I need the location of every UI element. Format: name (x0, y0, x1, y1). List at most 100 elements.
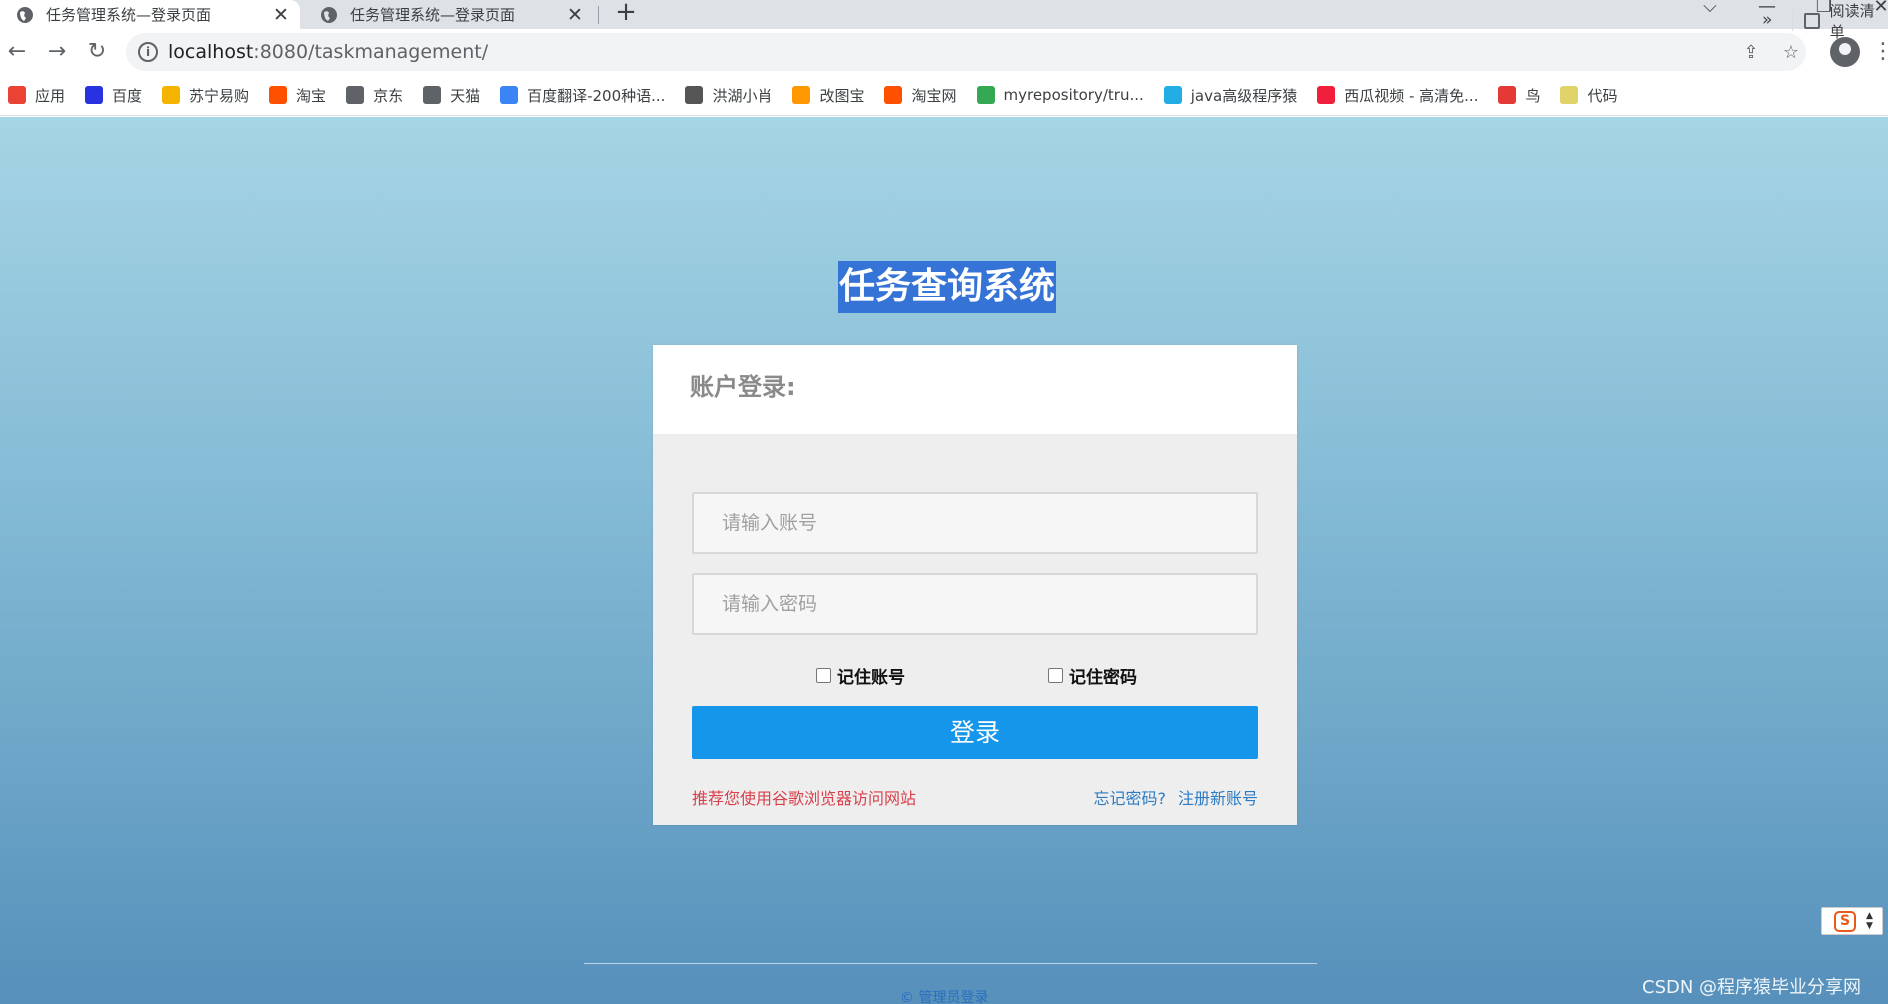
reading-list-icon (1804, 12, 1820, 29)
url-text[interactable]: localhost:8080/taskmanagement/ (168, 33, 488, 71)
bookmark-item[interactable]: 洪湖小肖 (685, 85, 772, 106)
site-info-icon[interactable]: i (138, 42, 158, 62)
bookmark-label: 淘宝网 (911, 86, 957, 105)
bookmark-item[interactable]: 应用 (8, 85, 65, 106)
profile-avatar-icon[interactable] (1830, 37, 1860, 67)
login-button[interactable]: 登录 (692, 706, 1258, 759)
account-links: 忘记密码? 注册新账号 (1093, 785, 1258, 809)
bookmark-label: 鸟 (1525, 86, 1541, 105)
code-icon (1560, 86, 1579, 104)
forward-icon[interactable]: → (42, 37, 72, 67)
bookmark-label: 改图宝 (819, 86, 865, 105)
back-icon[interactable]: ← (2, 37, 32, 67)
globe-icon (346, 86, 365, 104)
register-link[interactable]: 注册新账号 (1178, 789, 1258, 808)
bookmark-item[interactable]: 西瓜视频 - 高清免... (1317, 85, 1478, 106)
baidu-paw-icon (85, 86, 104, 104)
bookmark-label: 苏宁易购 (189, 86, 250, 105)
bookmark-label: 西瓜视频 - 高清免... (1344, 86, 1479, 105)
bookmark-label: 百度翻译-200种语... (527, 86, 666, 105)
tab-close-icon[interactable]: ✕ (268, 4, 294, 26)
tab-search-icon[interactable]: ⌵ (1690, 0, 1730, 29)
bookmark-item[interactable]: java高级程序猿 (1163, 85, 1298, 106)
tab-inactive[interactable]: 任务管理系统—登录页面 ✕ (304, 0, 594, 29)
bookmark-item[interactable]: 淘宝 (269, 85, 326, 106)
footer-admin-login-link[interactable]: © 管理员登录 (900, 987, 988, 1004)
forgot-password-link[interactable]: 忘记密码? (1093, 789, 1166, 808)
bookmark-item[interactable]: 淘宝网 (884, 85, 957, 106)
xigua-icon (1317, 86, 1336, 104)
tab-strip: 任务管理系统—登录页面 ✕ 任务管理系统—登录页面 ✕ + ⌵ — ❐ ✕ (0, 0, 1888, 29)
remember-account-checkbox[interactable]: 记住账号 (816, 663, 905, 688)
bookmarks-separator (1792, 11, 1793, 31)
taobao-icon (269, 86, 288, 104)
browser-recommendation-text: 推荐您使用谷歌浏览器访问网站 (692, 789, 917, 808)
bookmark-item[interactable]: 鸟 (1498, 85, 1540, 106)
bookmark-label: 天猫 (450, 86, 481, 105)
bookmark-item[interactable]: 天猫 (423, 85, 480, 106)
bookmark-item[interactable]: 改图宝 (792, 85, 864, 106)
url-path: :8080/taskmanagement/ (253, 41, 489, 63)
globe-icon (321, 6, 337, 23)
browser-toolbar: ← → ↻ i localhost:8080/taskmanagement/ ⇪… (0, 29, 1888, 75)
password-input[interactable] (694, 575, 1256, 633)
bookmark-label: java高级程序猿 (1190, 86, 1298, 105)
tab-separator (598, 6, 599, 24)
gaitubao-icon (792, 86, 811, 104)
tab-active[interactable]: 任务管理系统—登录页面 ✕ (0, 0, 300, 29)
globe-icon (423, 86, 442, 104)
bookmark-label: 代码 (1587, 86, 1618, 105)
bookmarks-overflow-icon[interactable]: » (1762, 0, 1772, 41)
bookmark-star-icon[interactable]: ☆ (1780, 42, 1802, 64)
bookmark-item[interactable]: 百度翻译-200种语... (500, 85, 665, 106)
username-input[interactable] (694, 494, 1256, 552)
share-icon[interactable]: ⇪ (1740, 42, 1762, 64)
address-bar[interactable]: i localhost:8080/taskmanagement/ ⇪ ☆ (126, 33, 1806, 71)
login-page: 任务查询系统 账户登录: 记住账号 记住密码 登录 推荐您使用谷歌浏览器访问网站… (0, 117, 1888, 1004)
reload-icon[interactable]: ↻ (82, 37, 112, 67)
bookmark-label: 京东 (373, 86, 404, 105)
login-card-title: 账户登录: (690, 373, 796, 401)
taobao-icon (884, 86, 903, 104)
login-card: 账户登录: 记住账号 记住密码 登录 推荐您使用谷歌浏览器访问网站 忘记密码? 注… (653, 345, 1297, 825)
apps-grid-icon (8, 86, 26, 104)
footer-divider (584, 963, 1317, 964)
url-host: localhost (168, 41, 254, 63)
checkbox-box[interactable] (816, 668, 831, 683)
checkbox-box[interactable] (1048, 668, 1063, 683)
chrome-menu-icon[interactable]: ⋮ (1872, 37, 1888, 67)
bookmark-item[interactable]: 京东 (346, 85, 403, 106)
bookmark-label: 洪湖小肖 (712, 86, 773, 105)
tab-title: 任务管理系统—登录页面 (350, 6, 516, 24)
username-field[interactable] (692, 492, 1258, 554)
bookmark-label: 应用 (35, 86, 66, 105)
translate-icon (500, 86, 519, 104)
reading-list-button[interactable]: 阅读清单 (1804, 0, 1888, 41)
remember-password-checkbox[interactable]: 记住密码 (1048, 663, 1137, 688)
widget-arrows-icon: ▲ ▼ (1866, 911, 1873, 931)
bookmarks-bar: 应用 百度 苏宁易购 淘宝 京东 天猫 百度翻译-200种语... 洪湖小肖 改图宝 淘宝网 myr… (0, 75, 1888, 116)
bird-red-icon (1498, 86, 1517, 104)
chrome-icon (976, 86, 995, 104)
globe-icon (17, 6, 33, 23)
input-method-widget[interactable]: S ▲ ▼ (1821, 907, 1883, 935)
password-field[interactable] (692, 573, 1258, 635)
bookmark-label: 淘宝 (296, 86, 327, 105)
reading-list-label: 阅读清单 (1829, 1, 1875, 41)
bilibili-icon (1163, 86, 1182, 104)
tab-close-icon[interactable]: ✕ (562, 4, 588, 26)
bookmark-item[interactable]: 代码 (1560, 85, 1618, 106)
watermark: CSDN @程序猿毕业分享网 (1642, 977, 1862, 998)
tab-title: 任务管理系统—登录页面 (46, 6, 212, 24)
new-tab-button[interactable]: + (612, 0, 640, 29)
bookmark-item[interactable]: myrepository/tru... (976, 86, 1144, 104)
suning-icon (162, 86, 181, 104)
sogou-ime-icon: S (1834, 911, 1856, 932)
bookmark-item[interactable]: 苏宁易购 (162, 85, 249, 106)
bookmark-label: myrepository/tru... (1003, 86, 1144, 104)
bird-icon (685, 86, 704, 104)
remember-account-label: 记住账号 (837, 668, 905, 688)
bookmark-item[interactable]: 百度 (85, 85, 142, 106)
bookmark-label: 百度 (112, 86, 143, 105)
login-card-header: 账户登录: (653, 345, 1297, 434)
